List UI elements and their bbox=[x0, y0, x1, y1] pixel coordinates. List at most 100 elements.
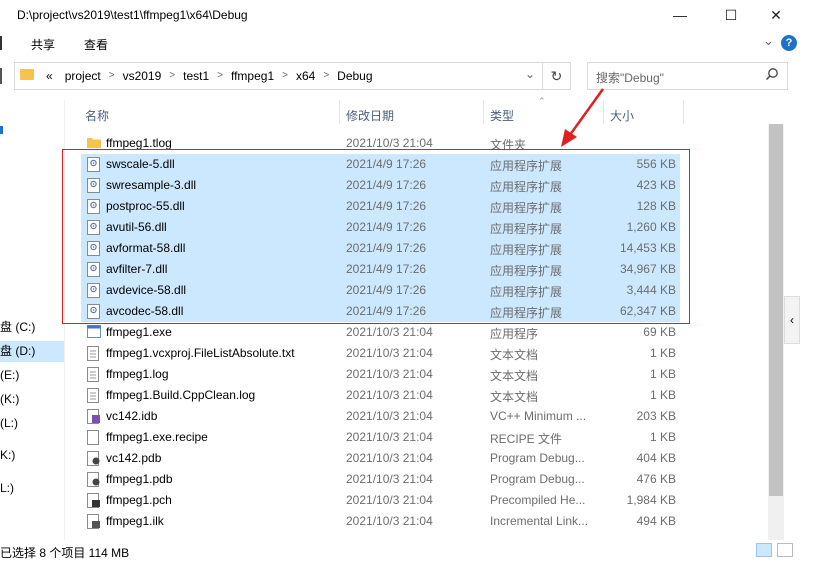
file-row[interactable]: vc142.pdb 2021/10/3 21:04 Program Debug...… bbox=[81, 448, 680, 469]
file-type: VC++ Minimum ... bbox=[490, 409, 587, 423]
file-row[interactable]: ffmpeg1.ilk 2021/10/3 21:04 Incremental Li… bbox=[81, 511, 680, 532]
breadcrumb-test1[interactable]: test1 bbox=[177, 62, 215, 90]
column-divider[interactable] bbox=[683, 100, 684, 124]
ilk-file-icon bbox=[87, 514, 100, 529]
breadcrumb-project[interactable]: project bbox=[59, 62, 107, 90]
tab-view[interactable]: 查看 bbox=[84, 36, 108, 53]
ribbon-cut-tab[interactable] bbox=[0, 36, 6, 50]
nav-item-drive-l[interactable]: (L:) bbox=[0, 413, 64, 434]
file-date: 2021/10/3 21:04 bbox=[346, 346, 433, 360]
file-row[interactable]: ffmpeg1.exe 2021/10/3 21:04 应用程序 69 KB bbox=[81, 322, 680, 343]
text-file-icon bbox=[87, 346, 100, 361]
file-date: 2021/10/3 21:04 bbox=[346, 367, 433, 381]
file-size: 1 KB bbox=[649, 388, 676, 402]
preview-pane-toggle[interactable]: ‹ bbox=[784, 296, 800, 344]
minimize-button[interactable]: — bbox=[657, 0, 703, 30]
nav-pin-marker bbox=[0, 126, 3, 134]
file-type: 文本文档 bbox=[490, 369, 539, 383]
file-date: 2021/10/3 21:04 bbox=[346, 472, 433, 486]
search-icon[interactable] bbox=[765, 67, 779, 84]
nav-item-drive-c[interactable]: 盘 (C:) bbox=[0, 317, 64, 338]
blank-file-icon bbox=[87, 430, 100, 445]
file-row[interactable]: ffmpeg1.log 2021/10/3 21:04 文本文档 1 KB bbox=[81, 364, 680, 385]
address-dropdown-icon[interactable]: ⌄ bbox=[525, 67, 535, 81]
chevron-right-icon[interactable]: > bbox=[280, 62, 290, 90]
file-name: ffmpeg1.exe bbox=[106, 325, 172, 339]
file-date: 2021/10/3 21:04 bbox=[346, 325, 433, 339]
file-name: ffmpeg1.pch bbox=[106, 493, 172, 507]
file-date: 2021/10/3 21:04 bbox=[346, 493, 433, 507]
text-file-icon bbox=[87, 367, 100, 382]
nav-item-drive-e[interactable]: (E:) bbox=[0, 365, 64, 386]
up-button[interactable] bbox=[0, 68, 5, 84]
file-name: ffmpeg1.log bbox=[106, 367, 169, 381]
search-placeholder: 搜索"Debug" bbox=[596, 71, 664, 85]
file-size: 1 KB bbox=[649, 367, 676, 381]
nav-item-drive-k[interactable]: (K:) bbox=[0, 389, 64, 410]
sort-indicator-icon: ⌃ bbox=[538, 96, 546, 106]
column-divider[interactable] bbox=[483, 100, 484, 124]
details-view-button[interactable] bbox=[756, 543, 772, 557]
chevron-right-icon[interactable]: > bbox=[321, 62, 331, 90]
file-size: 1 KB bbox=[649, 430, 676, 444]
file-type: RECIPE 文件 bbox=[490, 432, 563, 446]
chevron-right-icon[interactable]: > bbox=[215, 62, 225, 90]
nav-item-drive-d[interactable]: 盘 (D:) bbox=[0, 341, 64, 362]
breadcrumb-vs2019[interactable]: vs2019 bbox=[117, 62, 168, 90]
chevron-right-icon[interactable]: > bbox=[107, 62, 117, 90]
folder-icon bbox=[20, 69, 34, 80]
window-title: D:\project\vs2019\test1\ffmpeg1\x64\Debu… bbox=[17, 8, 248, 22]
file-type: 文本文档 bbox=[490, 390, 539, 404]
file-name: ffmpeg1.tlog bbox=[106, 136, 172, 150]
tab-share[interactable]: 共享 bbox=[31, 36, 55, 53]
idb-file-icon bbox=[87, 409, 100, 424]
file-name: ffmpeg1.vcxproj.FileListAbsolute.txt bbox=[106, 346, 295, 360]
file-size: 476 KB bbox=[636, 472, 676, 486]
column-divider[interactable] bbox=[339, 100, 340, 124]
file-date: 2021/10/3 21:04 bbox=[346, 388, 433, 402]
column-header-name[interactable]: 名称 bbox=[85, 107, 109, 124]
close-button[interactable]: ✕ bbox=[753, 0, 799, 30]
file-date: 2021/10/3 21:04 bbox=[346, 409, 433, 423]
chevron-right-icon[interactable]: > bbox=[167, 62, 177, 90]
file-row[interactable]: ffmpeg1.exe.recipe 2021/10/3 21:04 RECIPE … bbox=[81, 427, 680, 448]
file-name: vc142.idb bbox=[106, 409, 158, 423]
exe-icon bbox=[87, 325, 101, 340]
maximize-button[interactable]: ☐ bbox=[708, 0, 754, 30]
file-size: 494 KB bbox=[636, 514, 676, 528]
column-header-size[interactable]: 大小 bbox=[610, 107, 634, 124]
breadcrumb-overflow[interactable]: « bbox=[40, 62, 59, 90]
file-row[interactable]: ffmpeg1.vcxproj.FileListAbsolute.txt 2021… bbox=[81, 343, 680, 364]
file-size: 203 KB bbox=[636, 409, 676, 423]
nav-item-network-l[interactable]: L:) bbox=[0, 478, 64, 499]
file-size: 69 KB bbox=[643, 325, 676, 339]
file-size: 404 KB bbox=[636, 451, 676, 465]
file-type: Program Debug... bbox=[490, 451, 585, 465]
breadcrumb-x64[interactable]: x64 bbox=[290, 62, 321, 90]
help-icon[interactable]: ? bbox=[781, 35, 797, 51]
ribbon-expand-icon[interactable]: ⌄ bbox=[763, 33, 774, 49]
scrollbar-thumb[interactable] bbox=[769, 124, 783, 496]
file-size: 1,984 KB bbox=[626, 493, 676, 507]
file-row[interactable]: ffmpeg1.Build.CppClean.log 2021/10/3 21:0… bbox=[81, 385, 680, 406]
file-type: Incremental Link... bbox=[490, 514, 589, 528]
breadcrumb: « project > vs2019 > test1 > ffmpeg1 > x… bbox=[40, 62, 379, 90]
breadcrumb-ffmpeg1[interactable]: ffmpeg1 bbox=[225, 62, 280, 90]
pdb-file-icon bbox=[87, 451, 100, 466]
annotation-highlight-box bbox=[62, 149, 690, 324]
file-row[interactable]: ffmpeg1.pch 2021/10/3 21:04 Precompiled He… bbox=[81, 490, 680, 511]
breadcrumb-debug[interactable]: Debug bbox=[331, 62, 378, 90]
file-row[interactable]: ffmpeg1.pdb 2021/10/3 21:04 Program Debug.… bbox=[81, 469, 680, 490]
column-header-type[interactable]: 类型 bbox=[490, 107, 514, 124]
large-icons-view-button[interactable] bbox=[777, 543, 793, 557]
file-type: Precompiled He... bbox=[490, 493, 586, 507]
file-row[interactable]: vc142.idb 2021/10/3 21:04 VC++ Minimum ...… bbox=[81, 406, 680, 427]
file-name: vc142.pdb bbox=[106, 451, 162, 465]
file-name: ffmpeg1.pdb bbox=[106, 472, 173, 486]
file-date: 2021/10/3 21:04 bbox=[346, 136, 433, 150]
pdb-file-icon bbox=[87, 472, 100, 487]
column-header-date[interactable]: 修改日期 bbox=[346, 107, 394, 124]
file-date: 2021/10/3 21:04 bbox=[346, 514, 433, 528]
annotation-arrow bbox=[561, 88, 605, 147]
nav-item-network-k[interactable]: K:) bbox=[0, 445, 64, 466]
